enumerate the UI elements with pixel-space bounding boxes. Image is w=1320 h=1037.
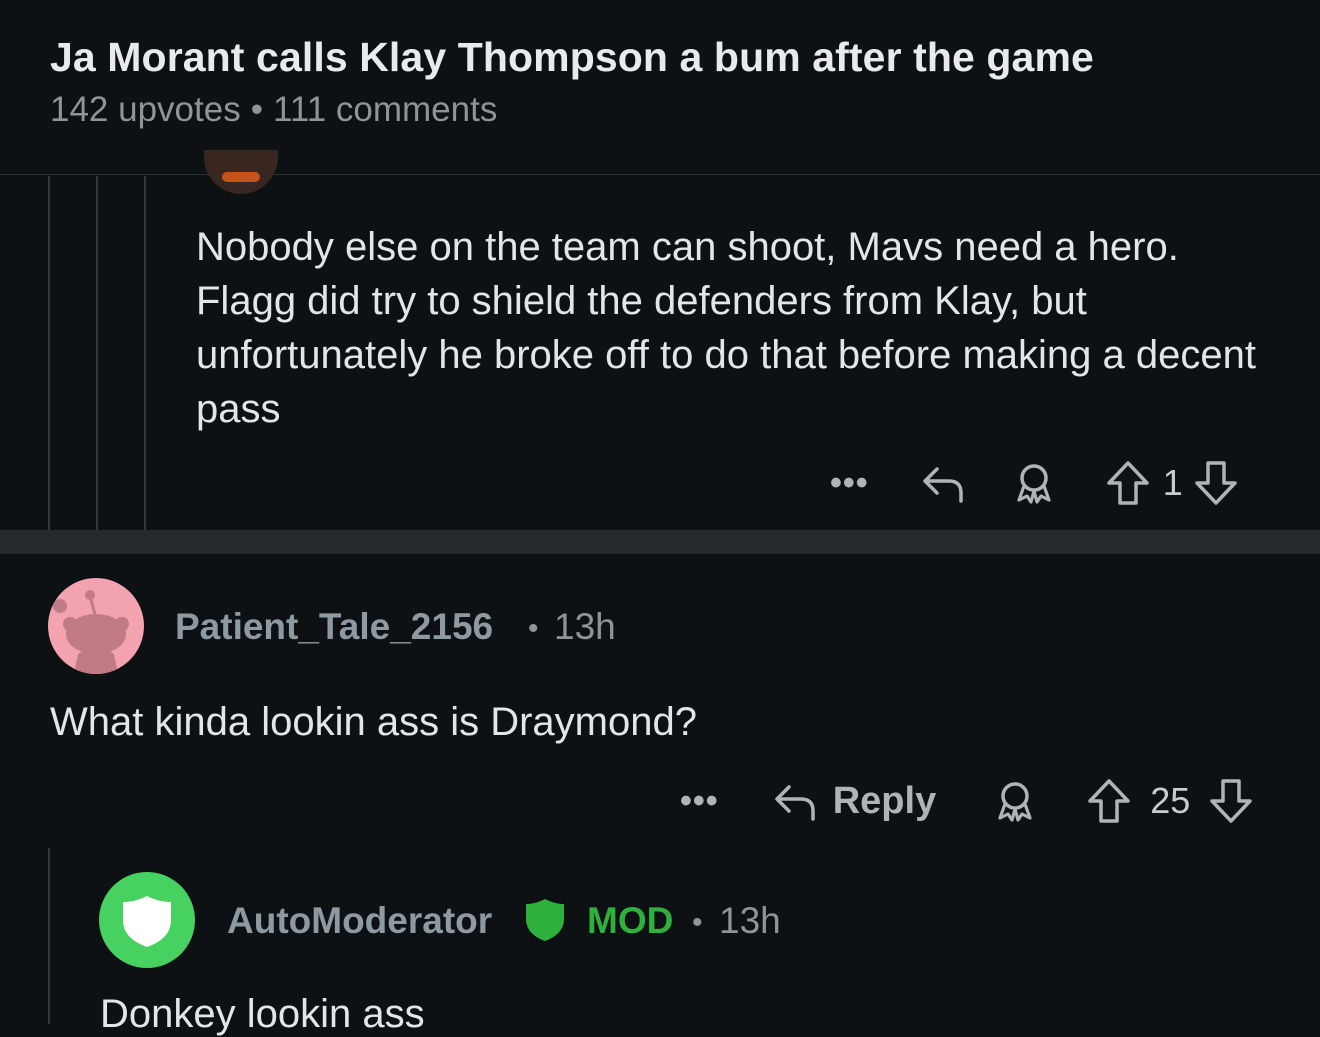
meta-separator: • (528, 612, 539, 645)
reply-icon[interactable] (771, 779, 819, 823)
timestamp: 13h (719, 900, 781, 941)
username[interactable]: AutoModerator (227, 900, 492, 942)
thread-line-2[interactable] (96, 176, 98, 530)
mod-shield-icon (524, 897, 566, 948)
thread-line-3[interactable] (144, 176, 146, 530)
upvote-count: 142 upvotes (50, 90, 241, 129)
thread-line-automod[interactable] (48, 848, 50, 1024)
post-title[interactable]: Ja Morant calls Klay Thompson a bum afte… (50, 34, 1094, 81)
upvote-icon[interactable] (1105, 459, 1151, 507)
reply-avatar[interactable] (204, 150, 278, 194)
meta-separator: • (692, 906, 703, 939)
mod-badge: MOD (587, 900, 674, 941)
avatar[interactable] (48, 578, 144, 674)
comment-body: Donkey lookin ass (100, 992, 425, 1036)
avatar[interactable] (99, 872, 195, 968)
downvote-icon[interactable] (1208, 777, 1254, 825)
award-icon[interactable] (992, 778, 1038, 824)
thread-divider (0, 530, 1320, 554)
award-icon[interactable] (1011, 460, 1057, 506)
reply-icon[interactable] (919, 461, 967, 505)
downvote-icon[interactable] (1193, 459, 1239, 507)
comment-score: 25 (1150, 780, 1191, 821)
more-icon[interactable]: ••• (830, 466, 869, 500)
reply-body: Nobody else on the team can shoot, Mavs … (196, 225, 1256, 431)
thread-line-1[interactable] (48, 176, 50, 530)
upvote-icon[interactable] (1086, 777, 1132, 825)
reply-score: 1 (1162, 462, 1183, 503)
reply-actions: ••• 1 (830, 458, 1239, 508)
reply-button[interactable]: Reply (833, 780, 936, 823)
timestamp: 13h (554, 606, 616, 647)
meta-separator: • (250, 90, 263, 129)
post-meta: 142 upvotes • 111 comments (50, 90, 497, 130)
snoo-avatar-icon (53, 590, 129, 674)
comment-count[interactable]: 111 comments (273, 90, 497, 129)
comment-actions: ••• Reply 25 (680, 776, 1254, 826)
more-icon[interactable]: ••• (680, 784, 719, 818)
post-header: Ja Morant calls Klay Thompson a bum afte… (0, 0, 1320, 175)
username[interactable]: Patient_Tale_2156 (175, 606, 493, 648)
comment-body: What kinda lookin ass is Draymond? (50, 700, 697, 744)
shield-icon (123, 896, 171, 947)
